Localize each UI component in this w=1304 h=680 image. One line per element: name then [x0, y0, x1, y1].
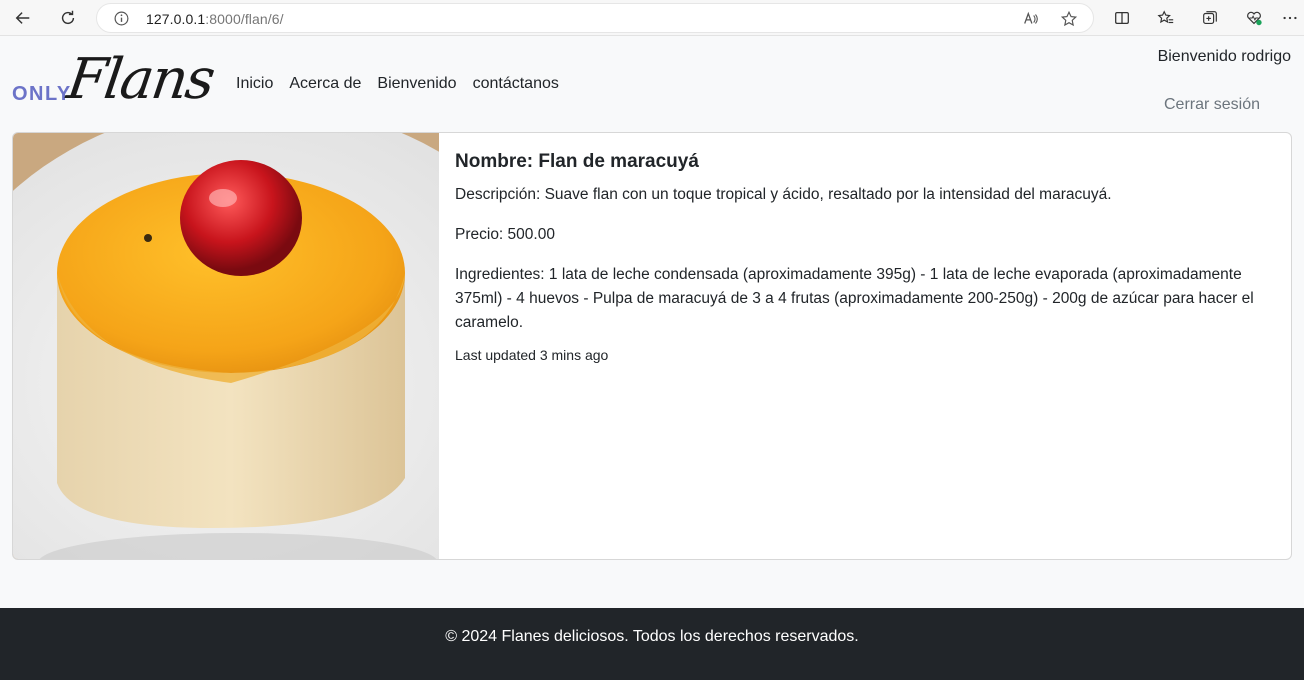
logo-flans-text: Flans [62, 50, 214, 112]
flan-image [13, 133, 439, 559]
split-screen-icon[interactable] [1108, 4, 1136, 32]
address-bar[interactable]: 127.0.0.1:8000/flan/6/ [96, 3, 1094, 33]
site-footer: © 2024 Flanes deliciosos. Todos los dere… [0, 608, 1304, 680]
nav-link-acerca[interactable]: Acerca de [289, 75, 361, 93]
nav-link-inicio[interactable]: Inicio [236, 75, 273, 93]
collections-icon[interactable] [1196, 4, 1224, 32]
browser-toolbar: 127.0.0.1:8000/flan/6/ [0, 0, 1304, 36]
favorite-star-icon[interactable] [1059, 9, 1079, 29]
flan-details: Nombre: Flan de maracuyá Descripción: Su… [455, 151, 1275, 363]
flan-price: Precio: 500.00 [455, 226, 555, 243]
nav-link-bienvenido[interactable]: Bienvenido [377, 75, 456, 93]
url-text[interactable]: 127.0.0.1:8000/flan/6/ [146, 11, 284, 27]
reload-icon[interactable] [54, 4, 82, 32]
read-aloud-icon[interactable] [1021, 9, 1041, 29]
flan-ingredients: Ingredientes: 1 lata de leche condensada… [455, 266, 1254, 331]
favorites-icon[interactable] [1152, 4, 1180, 32]
nav-link-contactanos[interactable]: contáctanos [473, 75, 559, 93]
user-greeting: Bienvenido rodrigo [1157, 48, 1291, 65]
browser-essentials-icon[interactable] [1240, 4, 1268, 32]
info-icon[interactable] [113, 10, 130, 27]
logo-only-text: ONLY [12, 83, 72, 105]
more-icon[interactable] [1276, 4, 1304, 32]
footer-copyright: © 2024 Flanes deliciosos. Todos los dere… [445, 628, 859, 645]
flan-name: Nombre: Flan de maracuyá [455, 151, 699, 172]
flan-description: Descripción: Suave flan con un toque tro… [455, 186, 1112, 203]
url-path: :8000/flan/6/ [205, 11, 284, 27]
last-updated: Last updated 3 mins ago [455, 347, 609, 363]
back-icon[interactable] [9, 4, 37, 32]
logout-link[interactable]: Cerrar sesión [1164, 96, 1260, 114]
site-logo[interactable]: ONLY Flans [12, 50, 214, 112]
url-host: 127.0.0.1 [146, 11, 206, 27]
flan-card: Nombre: Flan de maracuyá Descripción: Su… [12, 132, 1292, 560]
nav-links: Inicio Acerca de Bienvenido contáctanos [236, 75, 575, 93]
site-navbar: ONLY Flans Inicio Acerca de Bienvenido c… [0, 36, 1304, 132]
